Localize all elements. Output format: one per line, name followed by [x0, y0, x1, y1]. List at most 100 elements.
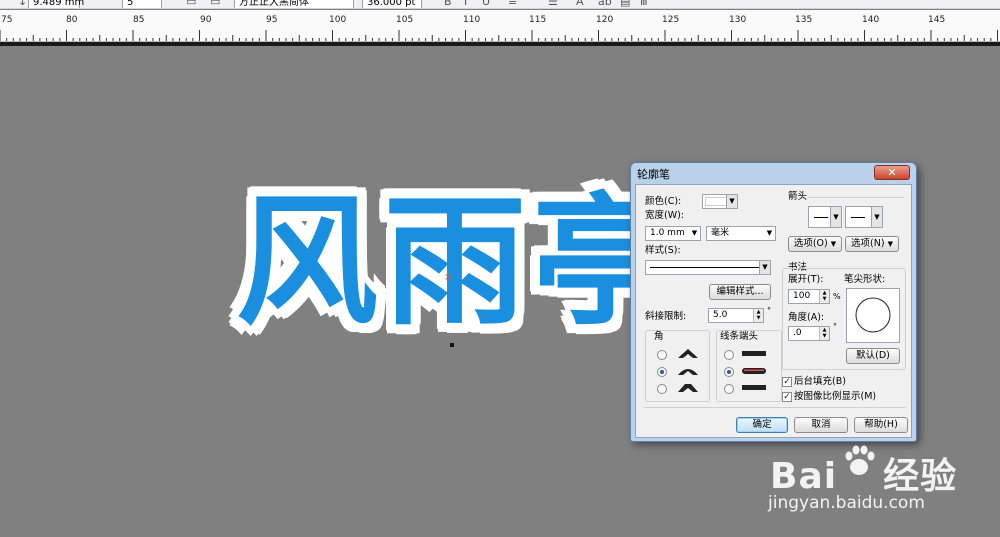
list-icon[interactable]: ☰: [548, 0, 558, 8]
italic-icon[interactable]: I: [464, 0, 467, 8]
dialog-titlebar[interactable]: 轮廓笔 ✕: [631, 163, 916, 183]
behind-fill-checkbox[interactable]: ✓: [782, 377, 792, 387]
width-label: 宽度(W):: [645, 210, 685, 221]
angle-unit: °: [833, 322, 837, 331]
line-style-preview: [650, 267, 762, 268]
artwork-char-feng[interactable]: 风: [236, 192, 378, 334]
arrows-separator: [808, 197, 904, 198]
arrow-options-left-label: 选项(O): [793, 238, 828, 249]
chevron-down-icon: ▼: [830, 207, 841, 227]
end-arrow-select[interactable]: ▼: [845, 206, 883, 228]
ruler-label: 80: [66, 15, 78, 25]
height-icon: ↕: [18, 0, 28, 8]
object-height-field[interactable]: 9.489 mm: [28, 0, 84, 8]
chevron-down-icon: ▼: [830, 240, 837, 248]
ruler-label: 100: [329, 15, 347, 25]
outline-pen-dialog: 轮廓笔 ✕ 颜色(C): ▼ 宽度(W): 1.0 mm ▼ 毫米 ▼ 样式(S…: [630, 162, 917, 442]
corner-bevel-radio[interactable]: [657, 384, 667, 394]
nib-circle-icon: [855, 297, 891, 333]
vertical-text-icon[interactable]: Ⅲ: [640, 0, 648, 8]
scale-with-image-checkbox[interactable]: ✓: [782, 392, 792, 402]
footer-separator: [644, 407, 906, 408]
close-button[interactable]: ✕: [874, 165, 910, 180]
horizontal-text-icon[interactable]: ▤: [620, 0, 630, 8]
artwork-char-yu[interactable]: 雨: [384, 192, 526, 334]
text-edit-icon[interactable]: ab: [598, 0, 612, 8]
stretch-value: 100: [793, 291, 811, 301]
miter-unit: °: [767, 306, 771, 315]
cap-round-radio[interactable]: [724, 367, 734, 377]
default-button[interactable]: 默认(D): [846, 348, 900, 364]
ruler-label: 115: [529, 15, 547, 25]
property-bar: ↕ 9.489 mm 5 ▭ ▭ 方正正大黑简体 36.000 pt B I U…: [0, 0, 1000, 9]
arrow-options-right-button[interactable]: 选项(N) ▼: [845, 236, 899, 252]
color-picker[interactable]: ▼: [702, 194, 738, 209]
arrow-options-left-button[interactable]: 选项(O) ▼: [788, 236, 842, 252]
cap-square-radio[interactable]: [724, 350, 734, 360]
ok-button[interactable]: 确定: [736, 417, 788, 433]
scale-with-image-label: 按图像比例显示(M): [794, 391, 877, 402]
stretch-input[interactable]: 100 ▲ ▼: [788, 289, 830, 304]
ruler-label: 140: [862, 15, 880, 25]
help-button[interactable]: 帮助(H): [854, 417, 908, 433]
horizontal-ruler[interactable]: 75 80 85 90 95 100 105 110 115 120 125 1…: [0, 10, 1000, 42]
close-icon: ✕: [887, 166, 897, 179]
ruler-ticks: [0, 30, 998, 41]
tool-icon[interactable]: ▭: [186, 0, 196, 8]
spinner-arrows-icon[interactable]: ▲ ▼: [753, 309, 763, 322]
cap-extended-radio[interactable]: [724, 384, 734, 394]
ruler-label: 110: [463, 15, 481, 25]
watermark-logo-right: 经验: [883, 456, 958, 497]
chevron-down-icon: ▼: [691, 229, 698, 237]
font-name-select[interactable]: 方正正大黑简体: [234, 0, 354, 8]
color-label: 颜色(C):: [645, 196, 682, 207]
corner-round-radio[interactable]: [657, 367, 667, 377]
ruler-label: 85: [133, 15, 145, 25]
stretch-label: 展开(T):: [788, 274, 824, 285]
dialog-body: 颜色(C): ▼ 宽度(W): 1.0 mm ▼ 毫米 ▼ 样式(S): ▼ 编…: [635, 184, 912, 438]
ruler-label: 145: [928, 15, 946, 25]
corner-miter-radio[interactable]: [657, 350, 667, 360]
small-value-field[interactable]: 5: [122, 0, 162, 8]
dialog-title: 轮廓笔: [637, 168, 670, 181]
spinner-arrows-icon[interactable]: ▲ ▼: [819, 327, 829, 340]
width-select[interactable]: 1.0 mm ▼: [645, 226, 701, 241]
font-size-select[interactable]: 36.000 pt: [362, 0, 422, 8]
cancel-button[interactable]: 取消: [794, 417, 848, 433]
ruler-label: 130: [729, 15, 747, 25]
char-format-icon[interactable]: A: [576, 0, 584, 8]
edit-style-button[interactable]: 编辑样式...: [709, 284, 771, 300]
selection-node[interactable]: [450, 343, 454, 347]
unit-select[interactable]: 毫米 ▼: [706, 226, 776, 241]
watermark-url: jingyan.baidu.com: [768, 493, 925, 513]
line-caps-label: 线条端头: [720, 331, 759, 342]
tool-icon-2[interactable]: ▭: [210, 0, 220, 8]
miter-limit-value: 5.0: [713, 310, 728, 320]
chevron-down-icon: ▼: [887, 240, 893, 248]
style-label: 样式(S):: [645, 245, 681, 256]
spinner-arrows-icon[interactable]: ▲ ▼: [819, 290, 829, 303]
ruler-label: 120: [596, 15, 614, 25]
bold-icon[interactable]: B: [444, 0, 452, 8]
color-swatch: [705, 197, 727, 206]
miter-limit-input[interactable]: 5.0 ▲ ▼: [708, 308, 764, 323]
line-style-select[interactable]: ▼: [645, 260, 771, 275]
stretch-unit: %: [833, 292, 841, 301]
end-arrow-preview: [851, 217, 865, 218]
nib-shape-preview[interactable]: [846, 288, 900, 343]
paw-icon: [845, 445, 875, 475]
start-arrow-select[interactable]: ▼: [808, 206, 842, 228]
align-icon[interactable]: ≡: [508, 0, 517, 8]
underline-icon[interactable]: U: [482, 0, 490, 8]
ruler-label: 75: [1, 15, 13, 25]
chevron-down-icon: ▼: [871, 207, 882, 227]
arrow-options-right-label: 选项(N): [851, 238, 885, 249]
nib-shape-label: 笔尖形状:: [844, 274, 886, 285]
ruler-label: 105: [396, 15, 414, 25]
ruler-label: 135: [795, 15, 813, 25]
angle-input[interactable]: .0 ▲ ▼: [788, 326, 830, 341]
object-center-marker: ×: [444, 272, 453, 283]
watermark-logo-left: Bai: [770, 456, 838, 497]
unit-value: 毫米: [711, 228, 730, 238]
arrows-label: 箭头: [788, 191, 808, 202]
